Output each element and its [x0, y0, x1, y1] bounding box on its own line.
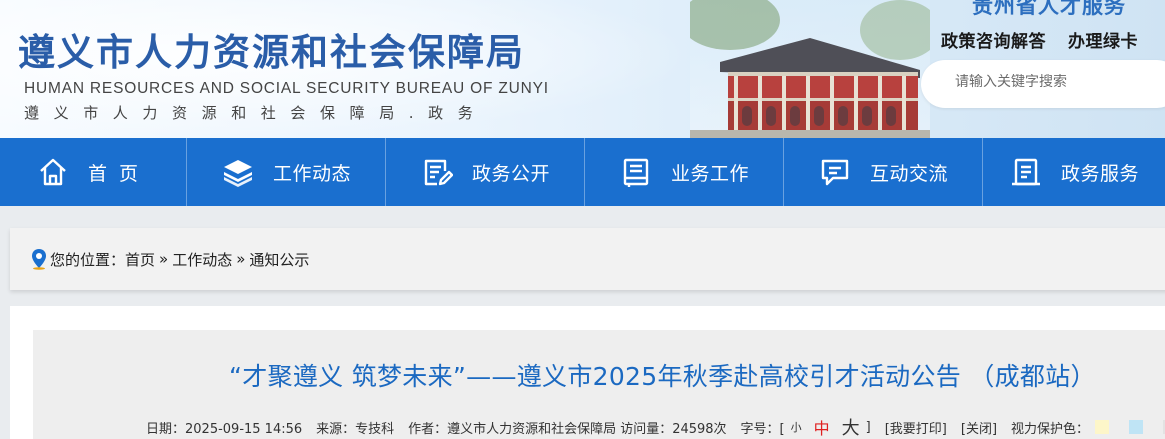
eye-care-swatch-blue[interactable]	[1129, 420, 1144, 434]
font-size-large-button[interactable]: 大	[842, 414, 860, 439]
main-nav: 首页 工作动态 政务公开 业务工作 互动交流 政务服务	[0, 138, 1165, 206]
font-size-medium-button[interactable]: 中	[814, 415, 830, 439]
nav-label: 互动交流	[869, 162, 948, 185]
layers-icon	[221, 155, 255, 189]
eye-care-swatch-yellow[interactable]	[1095, 420, 1110, 434]
breadcrumb-separator: »	[159, 250, 169, 268]
home-icon	[36, 155, 70, 189]
font-size-control: 字号：[ 小 中 大 ]	[741, 414, 871, 439]
font-size-small-button[interactable]: 小	[791, 419, 802, 435]
site-subtitle-cn: 遵义市人力资源和社会保障局.政务	[24, 104, 488, 122]
nav-label: 工作动态	[272, 162, 351, 185]
print-button[interactable]: [我要打印]	[885, 418, 947, 437]
book-icon	[619, 155, 653, 189]
eye-care-label: 视力保护色：	[1011, 421, 1090, 437]
search-input[interactable]	[955, 74, 1155, 90]
article-source: 来源：专技科	[316, 421, 395, 437]
document-edit-icon	[420, 155, 454, 189]
province-banner[interactable]: 贵州省人才服务	[972, 0, 1126, 20]
article-panel: “才聚遵义 筑梦未来”——遵义市2025年秋季赴高校引才活动公告 （成都站） 日…	[10, 306, 1165, 439]
nav-label: 政务服务	[1060, 162, 1139, 185]
article-header: “才聚遵义 筑梦未来”——遵义市2025年秋季赴高校引才活动公告 （成都站） 日…	[33, 330, 1165, 439]
breadcrumb-separator: »	[236, 250, 246, 268]
site-subtitle-en: HUMAN RESOURCES AND SOCIAL SECURITY BURE…	[24, 80, 549, 97]
breadcrumb: 您的位置： 首页 » 工作动态 » 通知公示	[30, 248, 309, 270]
breadcrumb-link-notices[interactable]: 通知公示	[249, 249, 309, 270]
breadcrumb-prefix: 您的位置：	[50, 250, 126, 269]
breadcrumb-bar: 您的位置： 首页 » 工作动态 » 通知公示	[10, 228, 1165, 290]
nav-item-home[interactable]: 首页	[0, 138, 187, 206]
nav-item-gov-affairs-open[interactable]: 政务公开	[386, 138, 585, 206]
nav-item-interaction[interactable]: 互动交流	[784, 138, 983, 206]
breadcrumb-link-home[interactable]: 首页	[125, 249, 155, 270]
location-pin-icon	[32, 249, 46, 270]
nav-label: 业务工作	[670, 162, 749, 185]
breadcrumb-link-work-news[interactable]: 工作动态	[172, 249, 232, 270]
list-document-icon	[1009, 155, 1043, 189]
font-size-label: 字号：[	[740, 421, 785, 437]
nav-item-work-news[interactable]: 工作动态	[187, 138, 386, 206]
nav-label: 首页	[87, 162, 150, 185]
nav-item-business-work[interactable]: 业务工作	[585, 138, 784, 206]
search-box	[921, 60, 1165, 108]
nav-label: 政务公开	[471, 162, 550, 185]
close-button[interactable]: [关闭]	[961, 418, 997, 437]
font-size-close-bracket: ]	[865, 419, 871, 435]
site-title: 遵义市人力资源和社会保障局	[18, 30, 525, 74]
nav-item-gov-services[interactable]: 政务服务	[983, 138, 1165, 206]
article-meta: 日期：2025-09-15 14:56 来源：专技科 作者：遵义市人力资源和社会…	[146, 414, 1165, 439]
article-date: 日期：2025-09-15 14:56	[146, 421, 303, 437]
site-header: 遵义市人力资源和社会保障局 HUMAN RESOURCES AND SOCIAL…	[0, 0, 1165, 138]
article-title: “才聚遵义 筑梦未来”——遵义市2025年秋季赴高校引才活动公告 （成都站）	[229, 362, 1096, 391]
quick-link-policy[interactable]: 政策咨询解答	[941, 32, 1046, 52]
article-views: 访问量：24598次	[620, 421, 727, 437]
building-illustration	[690, 0, 930, 138]
article-author: 作者：遵义市人力资源和社会保障局	[408, 421, 617, 437]
quick-link-greencard[interactable]: 办理绿卡	[1068, 32, 1138, 52]
chat-icon	[818, 155, 852, 189]
quick-links: 政策咨询解答 办理绿卡	[941, 27, 1160, 52]
